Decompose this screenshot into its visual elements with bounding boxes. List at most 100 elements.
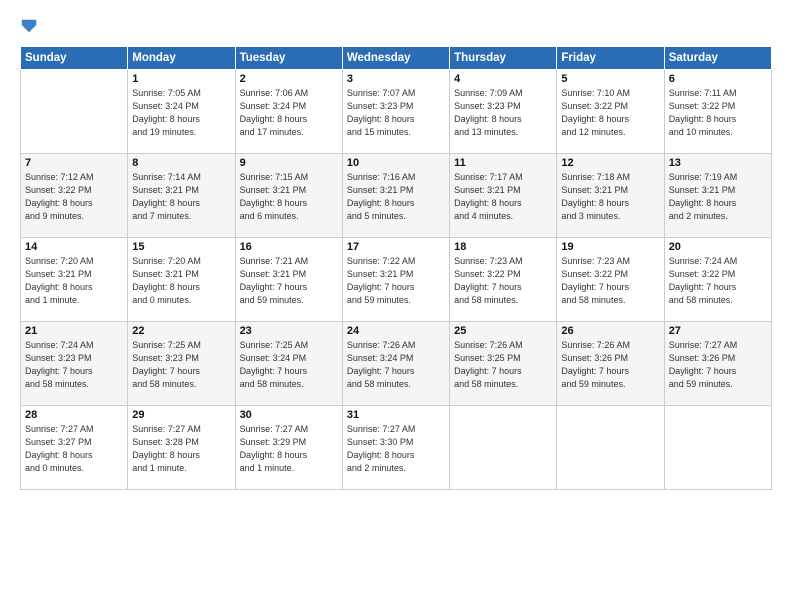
day-info: Sunrise: 7:27 AMSunset: 3:28 PMDaylight:… bbox=[132, 423, 230, 475]
header bbox=[20, 16, 772, 36]
day-number: 21 bbox=[25, 325, 123, 337]
day-cell: 5 Sunrise: 7:10 AMSunset: 3:22 PMDaylight… bbox=[557, 70, 664, 154]
day-cell: 12 Sunrise: 7:18 AMSunset: 3:21 PMDayligh… bbox=[557, 154, 664, 238]
day-cell: 8 Sunrise: 7:14 AMSunset: 3:21 PMDaylight… bbox=[128, 154, 235, 238]
day-info: Sunrise: 7:16 AMSunset: 3:21 PMDaylight:… bbox=[347, 171, 445, 223]
day-info: Sunrise: 7:15 AMSunset: 3:21 PMDaylight:… bbox=[240, 171, 338, 223]
day-number: 18 bbox=[454, 241, 552, 253]
day-info: Sunrise: 7:23 AMSunset: 3:22 PMDaylight:… bbox=[561, 255, 659, 307]
day-info: Sunrise: 7:24 AMSunset: 3:23 PMDaylight:… bbox=[25, 339, 123, 391]
weekday-header-sunday: Sunday bbox=[21, 47, 128, 70]
day-cell: 7 Sunrise: 7:12 AMSunset: 3:22 PMDaylight… bbox=[21, 154, 128, 238]
day-info: Sunrise: 7:24 AMSunset: 3:22 PMDaylight:… bbox=[669, 255, 767, 307]
day-number: 25 bbox=[454, 325, 552, 337]
day-info: Sunrise: 7:26 AMSunset: 3:24 PMDaylight:… bbox=[347, 339, 445, 391]
day-cell: 31 Sunrise: 7:27 AMSunset: 3:30 PMDayligh… bbox=[342, 406, 449, 490]
day-cell: 1 Sunrise: 7:05 AMSunset: 3:24 PMDaylight… bbox=[128, 70, 235, 154]
day-cell: 4 Sunrise: 7:09 AMSunset: 3:23 PMDaylight… bbox=[450, 70, 557, 154]
day-number: 19 bbox=[561, 241, 659, 253]
day-number: 11 bbox=[454, 157, 552, 169]
day-info: Sunrise: 7:21 AMSunset: 3:21 PMDaylight:… bbox=[240, 255, 338, 307]
week-row-4: 21 Sunrise: 7:24 AMSunset: 3:23 PMDayligh… bbox=[21, 322, 772, 406]
day-number: 6 bbox=[669, 73, 767, 85]
day-cell: 10Sunrise: 7:16 AMSunset: 3:21 PMDayligh… bbox=[342, 154, 449, 238]
day-info: Sunrise: 7:17 AMSunset: 3:21 PMDaylight:… bbox=[454, 171, 552, 223]
day-info: Sunrise: 7:14 AMSunset: 3:21 PMDaylight:… bbox=[132, 171, 230, 223]
day-number: 15 bbox=[132, 241, 230, 253]
weekday-header-thursday: Thursday bbox=[450, 47, 557, 70]
day-info: Sunrise: 7:20 AMSunset: 3:21 PMDaylight:… bbox=[25, 255, 123, 307]
page: SundayMondayTuesdayWednesdayThursdayFrid… bbox=[0, 0, 792, 612]
week-row-3: 14 Sunrise: 7:20 AMSunset: 3:21 PMDayligh… bbox=[21, 238, 772, 322]
day-number: 24 bbox=[347, 325, 445, 337]
day-info: Sunrise: 7:10 AMSunset: 3:22 PMDaylight:… bbox=[561, 87, 659, 139]
day-number: 26 bbox=[561, 325, 659, 337]
day-number: 5 bbox=[561, 73, 659, 85]
day-number: 22 bbox=[132, 325, 230, 337]
day-number: 17 bbox=[347, 241, 445, 253]
day-number: 7 bbox=[25, 157, 123, 169]
weekday-header-saturday: Saturday bbox=[664, 47, 771, 70]
logo bbox=[20, 16, 42, 36]
day-info: Sunrise: 7:27 AMSunset: 3:27 PMDaylight:… bbox=[25, 423, 123, 475]
day-cell: 16 Sunrise: 7:21 AMSunset: 3:21 PMDayligh… bbox=[235, 238, 342, 322]
day-cell: 24 Sunrise: 7:26 AMSunset: 3:24 PMDayligh… bbox=[342, 322, 449, 406]
day-cell: 26 Sunrise: 7:26 AMSunset: 3:26 PMDayligh… bbox=[557, 322, 664, 406]
weekday-header-friday: Friday bbox=[557, 47, 664, 70]
day-cell: 15 Sunrise: 7:20 AMSunset: 3:21 PMDayligh… bbox=[128, 238, 235, 322]
day-number: 16 bbox=[240, 241, 338, 253]
day-info: Sunrise: 7:27 AMSunset: 3:26 PMDaylight:… bbox=[669, 339, 767, 391]
day-cell: 25Sunrise: 7:26 AMSunset: 3:25 PMDayligh… bbox=[450, 322, 557, 406]
day-info: Sunrise: 7:22 AMSunset: 3:21 PMDaylight:… bbox=[347, 255, 445, 307]
day-info: Sunrise: 7:09 AMSunset: 3:23 PMDaylight:… bbox=[454, 87, 552, 139]
day-number: 3 bbox=[347, 73, 445, 85]
day-info: Sunrise: 7:27 AMSunset: 3:29 PMDaylight:… bbox=[240, 423, 338, 475]
day-info: Sunrise: 7:25 AMSunset: 3:24 PMDaylight:… bbox=[240, 339, 338, 391]
day-cell: 3 Sunrise: 7:07 AMSunset: 3:23 PMDaylight… bbox=[342, 70, 449, 154]
day-number: 8 bbox=[132, 157, 230, 169]
week-row-1: 1 Sunrise: 7:05 AMSunset: 3:24 PMDaylight… bbox=[21, 70, 772, 154]
day-cell: 11 Sunrise: 7:17 AMSunset: 3:21 PMDayligh… bbox=[450, 154, 557, 238]
day-info: Sunrise: 7:05 AMSunset: 3:24 PMDaylight:… bbox=[132, 87, 230, 139]
day-cell bbox=[557, 406, 664, 490]
day-info: Sunrise: 7:07 AMSunset: 3:23 PMDaylight:… bbox=[347, 87, 445, 139]
week-row-5: 28Sunrise: 7:27 AMSunset: 3:27 PMDayligh… bbox=[21, 406, 772, 490]
day-cell: 28Sunrise: 7:27 AMSunset: 3:27 PMDayligh… bbox=[21, 406, 128, 490]
day-info: Sunrise: 7:20 AMSunset: 3:21 PMDaylight:… bbox=[132, 255, 230, 307]
day-cell: 30Sunrise: 7:27 AMSunset: 3:29 PMDayligh… bbox=[235, 406, 342, 490]
day-cell: 22Sunrise: 7:25 AMSunset: 3:23 PMDayligh… bbox=[128, 322, 235, 406]
day-info: Sunrise: 7:23 AMSunset: 3:22 PMDaylight:… bbox=[454, 255, 552, 307]
day-cell: 21 Sunrise: 7:24 AMSunset: 3:23 PMDayligh… bbox=[21, 322, 128, 406]
day-number: 23 bbox=[240, 325, 338, 337]
day-info: Sunrise: 7:12 AMSunset: 3:22 PMDaylight:… bbox=[25, 171, 123, 223]
day-cell: 17 Sunrise: 7:22 AMSunset: 3:21 PMDayligh… bbox=[342, 238, 449, 322]
day-number: 9 bbox=[240, 157, 338, 169]
weekday-header-row: SundayMondayTuesdayWednesdayThursdayFrid… bbox=[21, 47, 772, 70]
weekday-header-wednesday: Wednesday bbox=[342, 47, 449, 70]
day-number: 20 bbox=[669, 241, 767, 253]
day-info: Sunrise: 7:11 AMSunset: 3:22 PMDaylight:… bbox=[669, 87, 767, 139]
logo-icon bbox=[20, 16, 38, 36]
day-info: Sunrise: 7:06 AMSunset: 3:24 PMDaylight:… bbox=[240, 87, 338, 139]
weekday-header-monday: Monday bbox=[128, 47, 235, 70]
day-cell bbox=[450, 406, 557, 490]
day-number: 1 bbox=[132, 73, 230, 85]
day-cell: 20 Sunrise: 7:24 AMSunset: 3:22 PMDayligh… bbox=[664, 238, 771, 322]
day-number: 13 bbox=[669, 157, 767, 169]
day-cell: 19 Sunrise: 7:23 AMSunset: 3:22 PMDayligh… bbox=[557, 238, 664, 322]
day-cell: 9 Sunrise: 7:15 AMSunset: 3:21 PMDaylight… bbox=[235, 154, 342, 238]
day-number: 14 bbox=[25, 241, 123, 253]
day-info: Sunrise: 7:26 AMSunset: 3:26 PMDaylight:… bbox=[561, 339, 659, 391]
day-info: Sunrise: 7:18 AMSunset: 3:21 PMDaylight:… bbox=[561, 171, 659, 223]
day-number: 2 bbox=[240, 73, 338, 85]
day-number: 12 bbox=[561, 157, 659, 169]
day-cell: 14 Sunrise: 7:20 AMSunset: 3:21 PMDayligh… bbox=[21, 238, 128, 322]
day-number: 4 bbox=[454, 73, 552, 85]
day-number: 31 bbox=[347, 409, 445, 421]
day-number: 29 bbox=[132, 409, 230, 421]
day-info: Sunrise: 7:19 AMSunset: 3:21 PMDaylight:… bbox=[669, 171, 767, 223]
day-cell: 6 Sunrise: 7:11 AMSunset: 3:22 PMDaylight… bbox=[664, 70, 771, 154]
weekday-header-tuesday: Tuesday bbox=[235, 47, 342, 70]
day-info: Sunrise: 7:27 AMSunset: 3:30 PMDaylight:… bbox=[347, 423, 445, 475]
calendar: SundayMondayTuesdayWednesdayThursdayFrid… bbox=[20, 46, 772, 490]
